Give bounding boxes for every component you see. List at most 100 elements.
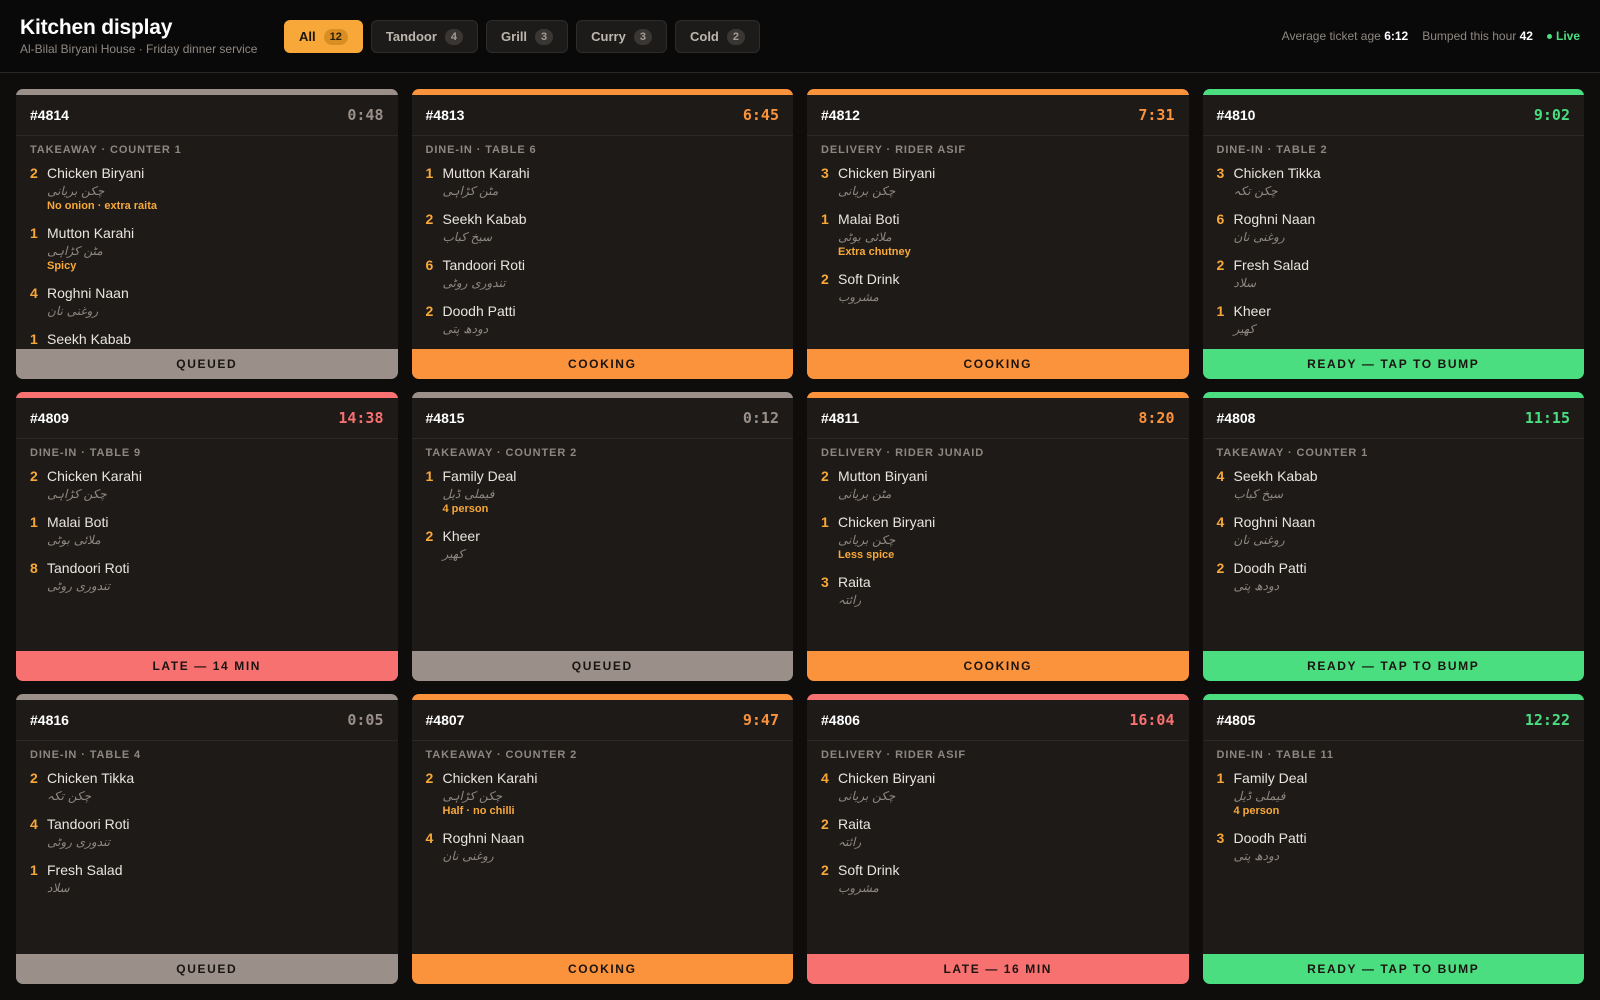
order-type-label: DINE-IN · TABLE 11	[1216, 749, 1334, 761]
item-row: 1 Mutton Karahi	[30, 224, 384, 242]
item-row: 2 Mutton Biryani	[821, 467, 1175, 485]
filter-count-badge: 4	[444, 28, 464, 45]
item-name: Seekh Kabab	[47, 331, 132, 347]
order-item: 2 Raita رائتہ	[821, 815, 1175, 851]
order-item: 4 Seekh Kabab سیخ کباب	[1217, 467, 1571, 503]
ticket-items: TAKEAWAY · COUNTER 2 1 Family Deal فیملی ڈی…	[412, 439, 794, 652]
item-name-urdu: روغنی نان	[1233, 532, 1285, 547]
status-bump-button[interactable]: COOKING	[807, 348, 1189, 379]
ticket-header: #4816 0:05	[16, 700, 398, 741]
item-name: Mutton Karahi	[47, 225, 135, 241]
item-row: 1 Chicken Biryani	[821, 513, 1175, 531]
item-name: Seekh Kabab	[442, 211, 527, 227]
item-quantity: 4	[30, 285, 38, 301]
filter-count-badge: 3	[633, 28, 652, 45]
ticket-number: #4810	[1216, 107, 1256, 123]
ticket-timer: 0:12	[742, 408, 779, 427]
order-item: 1 Family Deal فیملی ڈیل 4 person	[1217, 769, 1571, 819]
status-bump-button[interactable]: READY — TAP TO BUMP	[1202, 953, 1584, 984]
item-row: 1 Malai Boti	[30, 513, 384, 531]
status-bump-button[interactable]: LATE — 14 MIN	[16, 651, 398, 681]
item-row: 2 Seekh Kabab	[426, 210, 780, 228]
item-row: 3 Doodh Patti	[1217, 829, 1571, 847]
order-item: 2 Chicken Karahi چکن کڑاہی Half · no chilli	[426, 769, 780, 819]
item-quantity: 4	[1216, 513, 1225, 530]
item-quantity: 2	[1216, 257, 1225, 273]
ticket-timer: 0:05	[347, 711, 384, 729]
status-bump-button[interactable]: COOKING	[807, 651, 1189, 681]
order-type-label: DELIVERY · RIDER JUNAID	[821, 446, 985, 459]
ticket-grid: #4814 0:48 TAKEAWAY · COUNTER 1 2 Chicken Bi…	[16, 89, 1584, 984]
item-quantity: 2	[425, 303, 434, 319]
order-type-label: TAKEAWAY · COUNTER 2	[425, 446, 578, 459]
ticket-items: TAKEAWAY · COUNTER 2 2 Chicken Karahi چکن ک…	[412, 741, 794, 954]
item-name-urdu: چکن کڑاہی	[47, 486, 107, 501]
order-type-label: DINE-IN · TABLE 2	[1216, 144, 1328, 156]
item-quantity: 4	[1216, 467, 1225, 484]
item-name: Doodh Patti	[1233, 559, 1307, 576]
item-quantity: 2	[821, 862, 829, 878]
status-bump-button[interactable]: QUEUED	[16, 953, 398, 984]
item-name: Doodh Patti	[1233, 830, 1307, 846]
item-name-urdu: سیخ کباب	[1233, 486, 1284, 501]
item-row: 2 Kheer	[426, 527, 780, 545]
item-name: Roghni Naan	[47, 285, 129, 301]
item-row: 3 Raita	[821, 573, 1175, 591]
item-name-urdu: مشروب	[838, 881, 879, 895]
order-item: 2 Fresh Salad سلاد	[1217, 256, 1571, 292]
item-name: Raita	[838, 816, 871, 832]
order-item: 2 Seekh Kabab سیخ کباب	[426, 210, 780, 246]
item-row: 2 Soft Drink	[821, 861, 1175, 879]
item-name: Roghni Naan	[1233, 211, 1316, 227]
item-row: 3 Chicken Biryani	[821, 164, 1175, 182]
ticket-number: #4807	[425, 712, 465, 728]
status-bump-button[interactable]: LATE — 16 MIN	[807, 953, 1189, 984]
item-name-urdu: چکن تکہ	[1233, 184, 1278, 198]
ticket-header: #4808 11:15	[1202, 398, 1584, 439]
ticket-header: #4811 8:20	[807, 398, 1189, 439]
filter-tab-cold[interactable]: Cold 2	[674, 20, 760, 53]
item-quantity: 2	[425, 211, 434, 227]
item-quantity: 1	[30, 513, 38, 530]
top-bar: Kitchen display Al-Bilal Biryani House ·…	[0, 0, 1600, 73]
ticket-items: TAKEAWAY · COUNTER 1 2 Chicken Biryani چکن …	[16, 136, 398, 349]
status-bump-button[interactable]: COOKING	[411, 348, 793, 379]
item-name: Kheer	[1233, 303, 1271, 319]
item-name: Soft Drink	[838, 862, 900, 878]
status-bump-button[interactable]: QUEUED	[411, 651, 793, 681]
item-name: Mutton Karahi	[442, 165, 530, 181]
item-row: 1 Kheer	[1217, 302, 1571, 320]
filter-tab-all[interactable]: All 12	[284, 20, 363, 53]
filter-tab-tandoor[interactable]: Tandoor 4	[370, 20, 479, 53]
status-bump-button[interactable]: READY — TAP TO BUMP	[1202, 651, 1584, 681]
item-quantity: 2	[30, 770, 38, 786]
order-ticket: #4805 12:22 DINE-IN · TABLE 11 1 Family Deal…	[1202, 694, 1584, 984]
item-note: No onion · extra raita	[47, 200, 158, 212]
ticket-items: DINE-IN · TABLE 2 3 Chicken Tikka چکن تکہ 6 R…	[1203, 136, 1585, 349]
order-item: 6 Roghni Naan روغنی نان	[1217, 210, 1571, 246]
item-row: 2 Raita	[821, 815, 1175, 833]
item-quantity: 3	[821, 573, 829, 590]
item-quantity: 3	[1216, 165, 1225, 181]
item-name-urdu: دودھ پتی	[442, 322, 489, 336]
item-name: Tandoori Roti	[47, 816, 130, 832]
ticket-number: #4809	[30, 409, 69, 426]
status-bump-button[interactable]: QUEUED	[16, 348, 398, 379]
item-name-urdu: روغنی نان	[47, 304, 99, 318]
order-ticket: #4806 16:04 DELIVERY · RIDER ASIF 4 Chicken …	[807, 694, 1189, 984]
order-item: 4 Roghni Naan روغنی نان	[1217, 513, 1571, 549]
bumped-value: 42	[1519, 29, 1533, 43]
ticket-timer: 7:31	[1138, 106, 1175, 124]
order-item: 1 Malai Boti ملائی بوٹی	[30, 513, 384, 549]
filter-count-badge: 12	[323, 28, 348, 45]
filter-tab-curry[interactable]: Curry 3	[576, 20, 667, 53]
filter-tab-grill[interactable]: Grill 3	[486, 20, 569, 53]
item-name-urdu: مٹن بریانی	[838, 486, 892, 501]
item-name-urdu: دودھ پتی	[1233, 578, 1280, 593]
status-bump-button[interactable]: READY — TAP TO BUMP	[1202, 348, 1584, 379]
status-bump-button[interactable]: COOKING	[411, 953, 793, 984]
avg-ticket-age: Average ticket age 6:12	[1282, 29, 1409, 43]
item-name: Mutton Biryani	[838, 467, 928, 484]
item-quantity: 1	[821, 513, 829, 530]
item-name-urdu: مٹن کڑاہی	[442, 184, 499, 198]
